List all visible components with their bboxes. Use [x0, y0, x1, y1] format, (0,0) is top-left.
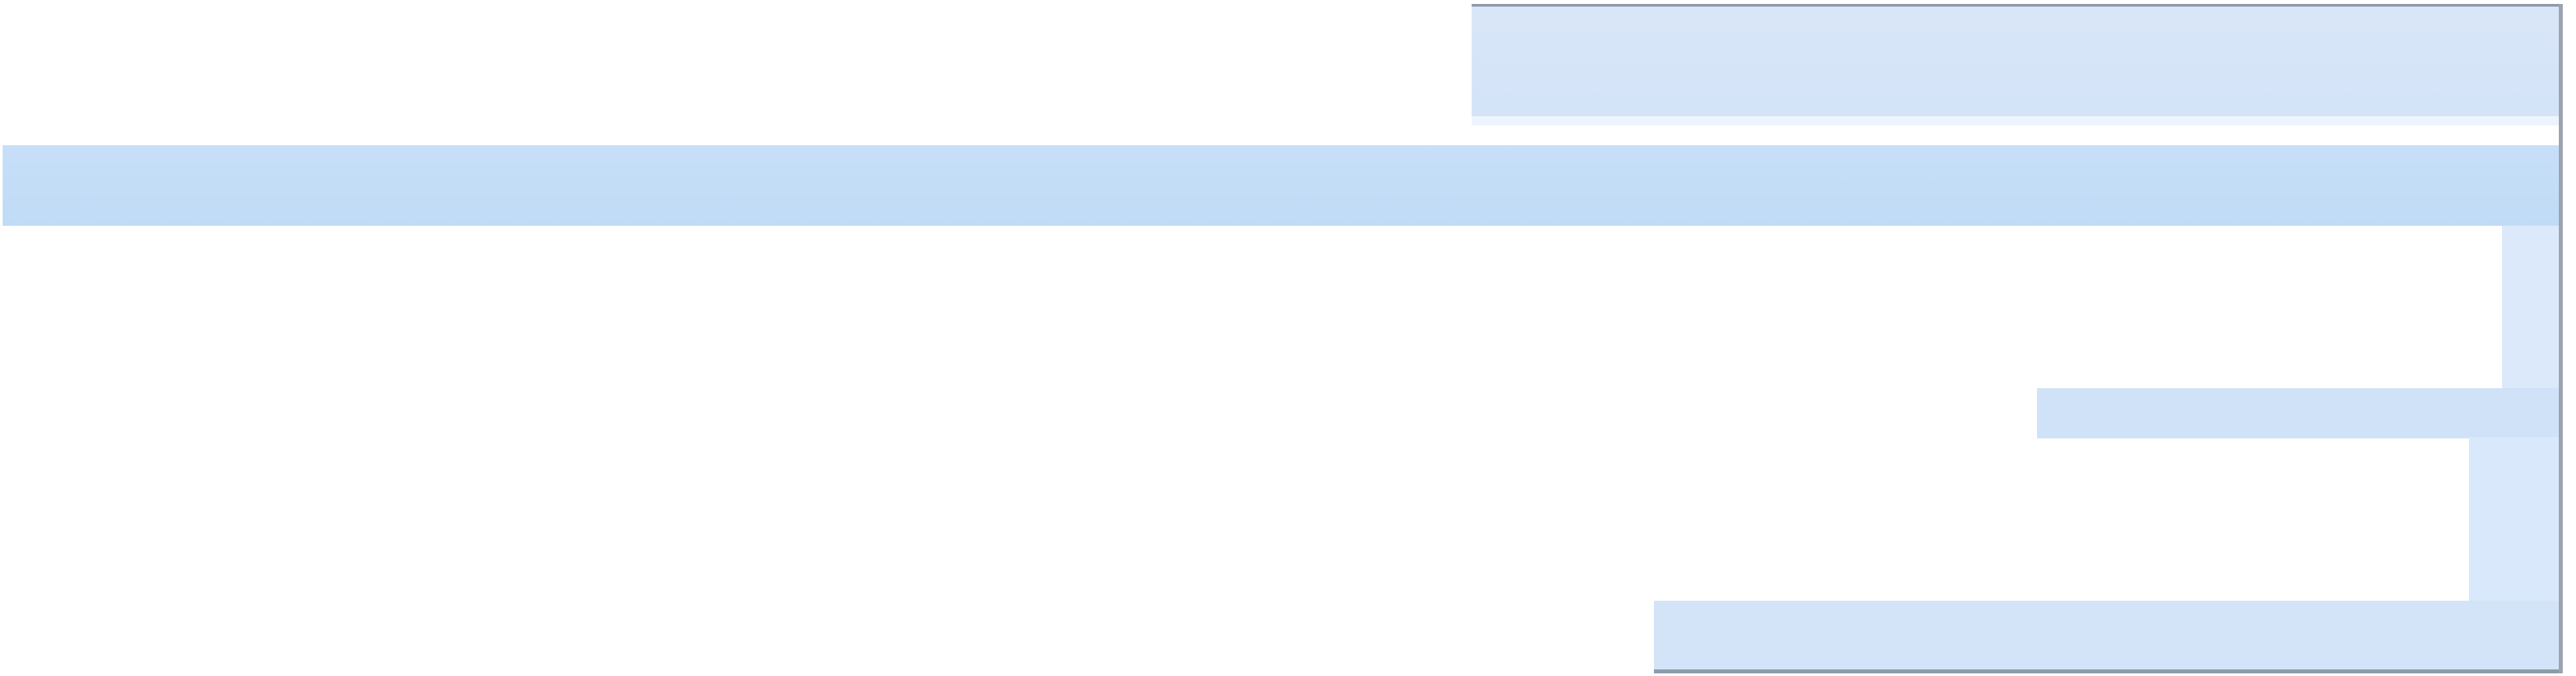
window-title-bar[interactable] [1472, 4, 2559, 125]
title-bar-divider [1472, 116, 2559, 125]
window-frame [0, 0, 2576, 676]
scrollbar-track-lower[interactable] [2469, 437, 2559, 602]
panel-separator-band [2037, 388, 2559, 438]
window-right-border [2559, 4, 2563, 673]
scrollbar-track-upper[interactable] [2502, 226, 2559, 388]
selected-list-row[interactable] [3, 145, 2559, 226]
status-bar [1654, 601, 2559, 673]
